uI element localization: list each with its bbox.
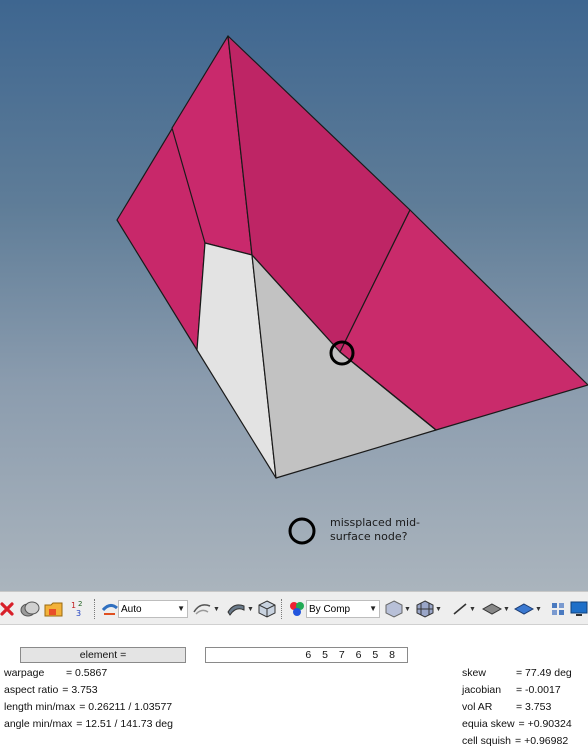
numbers-icon[interactable]: 123 xyxy=(70,599,88,619)
metric-value: = 77.49 deg xyxy=(516,667,572,679)
color-mode-dropdown[interactable]: By Comp ▼ xyxy=(306,600,380,618)
blue-plane-icon[interactable]: ▼ xyxy=(514,599,542,619)
metric-cell-squish: cell squish = +0.96982 xyxy=(462,735,568,747)
solid-cube-icon[interactable]: ▼ xyxy=(385,599,411,619)
toolbar-separator xyxy=(281,599,285,619)
metric-aspect-ratio: aspect ratio = 3.753 xyxy=(4,684,98,696)
mesh-model xyxy=(116,35,588,545)
metric-label: angle min/max xyxy=(4,718,73,730)
color-mode-dropdown-value: By Comp xyxy=(309,603,351,615)
metric-label: cell squish xyxy=(462,735,512,747)
shading-dropdown[interactable]: Auto ▼ xyxy=(118,600,188,618)
element-selector-button[interactable]: element = xyxy=(20,647,186,663)
shading-dropdown-value: Auto xyxy=(121,603,142,615)
metric-label: warpage xyxy=(4,667,45,679)
chevron-down-icon: ▼ xyxy=(369,604,377,613)
metric-label: jacobian xyxy=(462,684,502,696)
monitor-icon[interactable] xyxy=(570,599,588,619)
visualization-toolbar: 123 Auto ▼ ▼ ▼ By Comp ▼ ▼ ▼ ▼ ▼ ▼ xyxy=(0,591,588,625)
element-check-panel: element = 6 5 7 6 5 8 warpage = 0.5867 as… xyxy=(0,625,588,750)
metric-value: = -0.0017 xyxy=(516,684,561,696)
metric-value: = 12.51 / 141.73 deg xyxy=(76,718,173,730)
metric-value: = +0.90324 xyxy=(518,718,572,730)
hide-elements-icon[interactable] xyxy=(20,599,40,619)
metric-skew: skew = 77.49 deg xyxy=(462,667,572,679)
chevron-down-icon: ▼ xyxy=(177,604,185,613)
legend-circle xyxy=(288,517,316,545)
metric-length-min-max: length min/max = 0.26211 / 1.03577 xyxy=(4,701,172,713)
annotation-label: missplaced mid-surface node? xyxy=(330,516,421,543)
metric-value: = +0.96982 xyxy=(515,735,569,747)
shaded-auto-icon[interactable] xyxy=(101,599,119,619)
mesh-cube-icon[interactable]: ▼ xyxy=(416,599,442,619)
line-icon[interactable]: ▼ xyxy=(452,599,476,619)
metric-jacobian: jacobian = -0.0017 xyxy=(462,684,561,696)
delete-x-icon[interactable] xyxy=(0,599,14,619)
metric-equia-skew: equia skew = +0.90324 xyxy=(462,718,572,730)
metric-value: = 3.753 xyxy=(62,684,98,696)
metric-value: = 0.5867 xyxy=(66,667,108,679)
metric-label: skew xyxy=(462,667,486,679)
metric-label: vol AR xyxy=(462,701,493,713)
svg-text:2: 2 xyxy=(78,600,82,608)
metric-value: = 3.753 xyxy=(516,701,552,713)
metric-label: equia skew xyxy=(462,718,515,730)
metric-label: aspect ratio xyxy=(4,684,59,696)
metric-warpage: warpage = 0.5867 xyxy=(4,667,107,679)
grid-icon[interactable] xyxy=(551,599,565,619)
folder-icon[interactable] xyxy=(44,599,64,619)
cube-icon[interactable] xyxy=(258,599,276,619)
metric-angle-min-max: angle min/max = 12.51 / 141.73 deg xyxy=(4,718,173,730)
metric-vol-ar: vol AR = 3.753 xyxy=(462,701,551,713)
toolbar-separator xyxy=(94,599,98,619)
color-by-comp-icon[interactable] xyxy=(288,599,306,619)
graphics-viewport[interactable]: missplaced mid-surface node? xyxy=(0,0,588,591)
metric-value: = 0.26211 / 1.03577 xyxy=(79,701,173,713)
surface-shading-icon[interactable]: ▼ xyxy=(226,599,254,619)
svg-text:3: 3 xyxy=(76,609,81,618)
element-ids-field[interactable]: 6 5 7 6 5 8 xyxy=(205,647,408,663)
visual-style-icon[interactable]: ▼ xyxy=(192,599,220,619)
metric-label: length min/max xyxy=(4,701,76,713)
plane-icon[interactable]: ▼ xyxy=(482,599,510,619)
